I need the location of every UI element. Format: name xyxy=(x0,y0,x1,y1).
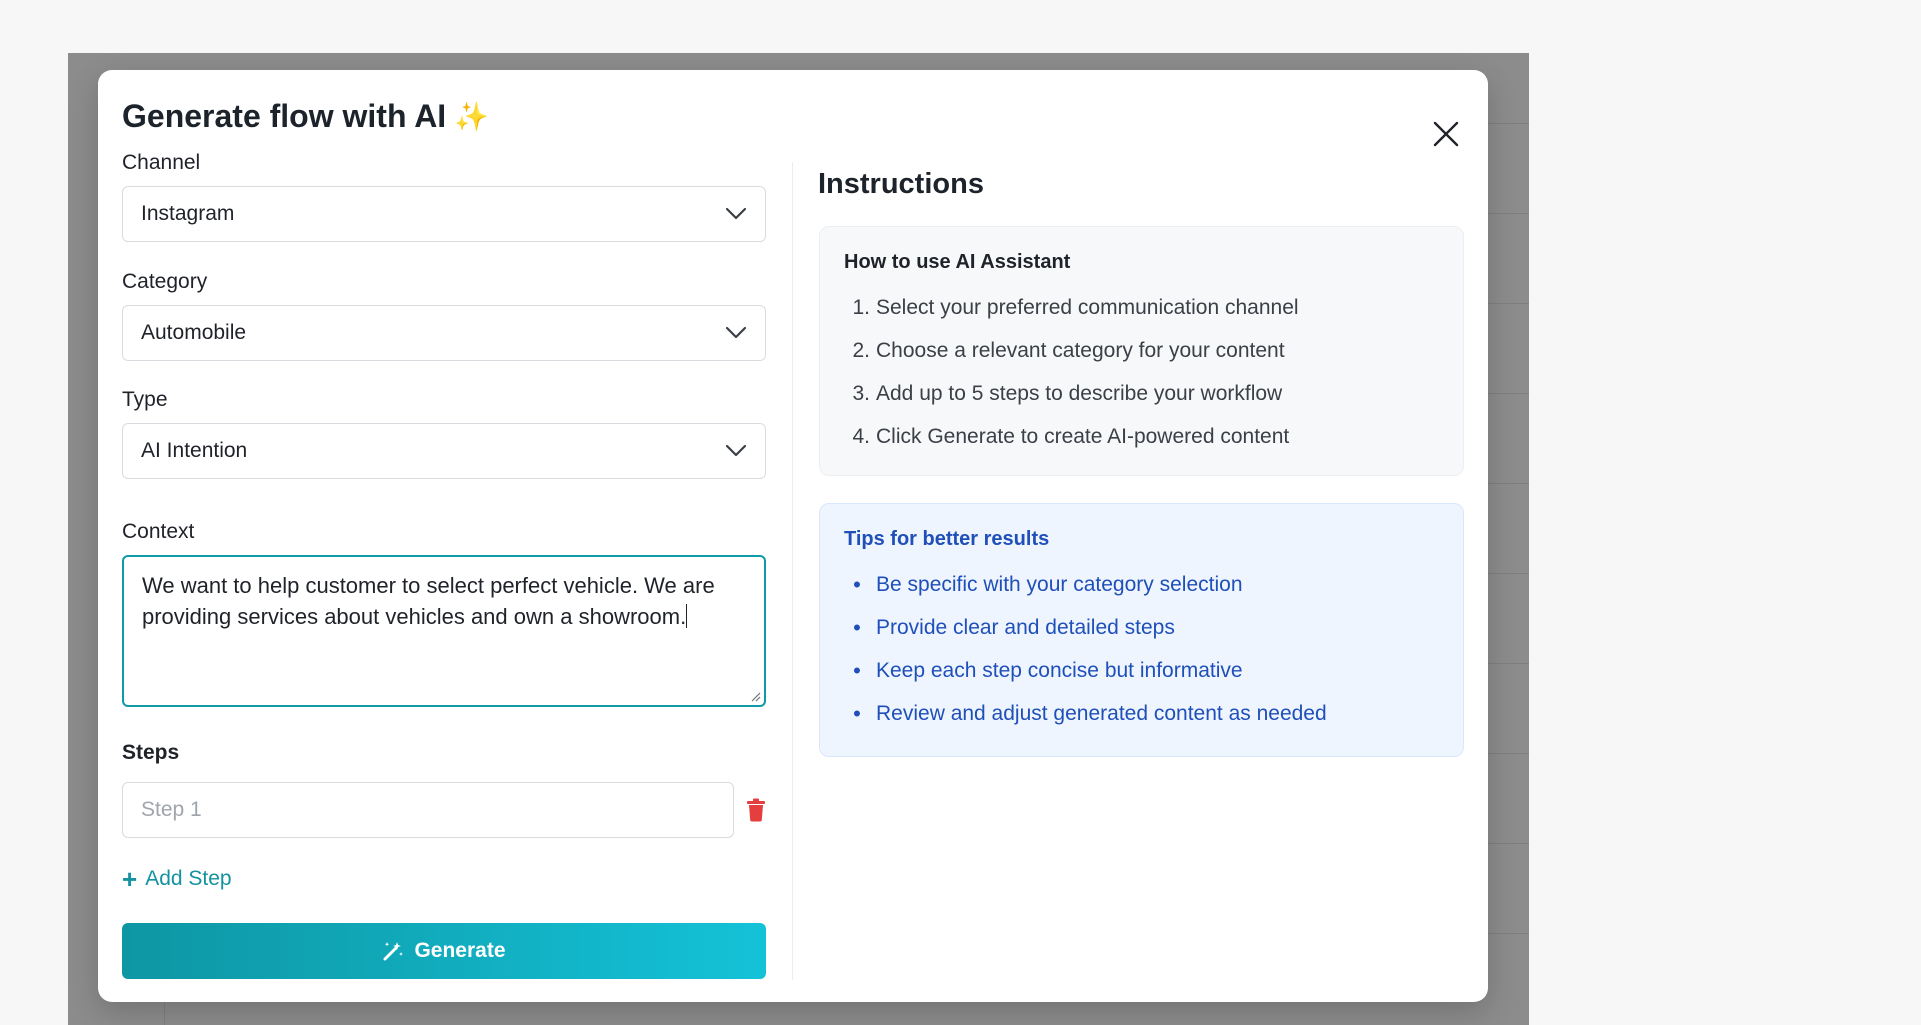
resize-handle-icon[interactable] xyxy=(749,690,761,702)
channel-select-value: Instagram xyxy=(141,202,235,225)
channel-label: Channel xyxy=(122,151,201,174)
magic-wand-icon xyxy=(383,942,404,961)
text-caret xyxy=(686,604,688,628)
plus-icon: + xyxy=(122,864,138,894)
category-select[interactable]: Automobile xyxy=(122,305,766,361)
tips-item: • Review and adjust generated content as … xyxy=(853,700,1327,726)
howto-item: 3. Add up to 5 steps to describe your wor… xyxy=(852,381,1283,405)
howto-list: 1. Select your preferred communication ch… xyxy=(844,286,1439,458)
tips-item: • Keep each step concise but informative xyxy=(853,657,1243,683)
category-label: Category xyxy=(122,270,208,293)
modal-title: Generate flow with AI ✨ xyxy=(122,98,489,135)
howto-heading: How to use AI Assistant xyxy=(844,251,1071,273)
context-text: We want to help customer to select perfe… xyxy=(142,573,715,629)
modal-title-text: Generate flow with AI xyxy=(122,98,447,134)
howto-item: 2. Choose a relevant category for your co… xyxy=(852,338,1285,362)
type-select-value: AI Intention xyxy=(141,439,248,462)
generate-flow-modal: Generate flow with AI ✨ Channel Instagra… xyxy=(98,70,1488,1002)
chevron-down-icon xyxy=(725,444,747,457)
generate-label: Generate xyxy=(414,939,506,962)
tips-panel: Tips for better results • Be specific wit… xyxy=(819,503,1464,757)
sparkles-icon: ✨ xyxy=(454,101,490,132)
steps-label: Steps xyxy=(122,741,180,764)
tips-item: • Provide clear and detailed steps xyxy=(853,614,1175,640)
howto-panel: How to use AI Assistant 1. Select your pr… xyxy=(819,226,1464,476)
type-label: Type xyxy=(122,388,168,411)
tips-heading: Tips for better results xyxy=(844,528,1050,550)
howto-item: 4. Click Generate to create AI-powered co… xyxy=(852,424,1290,448)
tips-item: • Be specific with your category selectio… xyxy=(853,571,1243,597)
chevron-down-icon xyxy=(725,207,747,220)
tips-list: • Be specific with your category selectio… xyxy=(844,563,1439,735)
channel-select[interactable]: Instagram xyxy=(122,186,766,242)
add-step-button[interactable]: + Add Step xyxy=(122,866,232,892)
column-divider xyxy=(792,162,793,980)
context-textarea[interactable]: We want to help customer to select perfe… xyxy=(122,555,766,707)
chevron-down-icon xyxy=(725,326,747,339)
close-icon xyxy=(1433,121,1459,147)
instructions-title: Instructions xyxy=(818,168,984,200)
category-select-value: Automobile xyxy=(141,321,247,344)
close-button[interactable] xyxy=(1428,116,1464,152)
context-label: Context xyxy=(122,520,195,543)
generate-button[interactable]: Generate xyxy=(122,923,766,979)
type-select[interactable]: AI Intention xyxy=(122,423,766,479)
step-input[interactable]: Step 1 xyxy=(122,782,734,838)
trash-icon[interactable] xyxy=(746,798,766,822)
howto-item: 1. Select your preferred communication ch… xyxy=(852,295,1299,319)
add-step-label: Add Step xyxy=(145,867,232,890)
step-input-placeholder: Step 1 xyxy=(141,798,202,821)
